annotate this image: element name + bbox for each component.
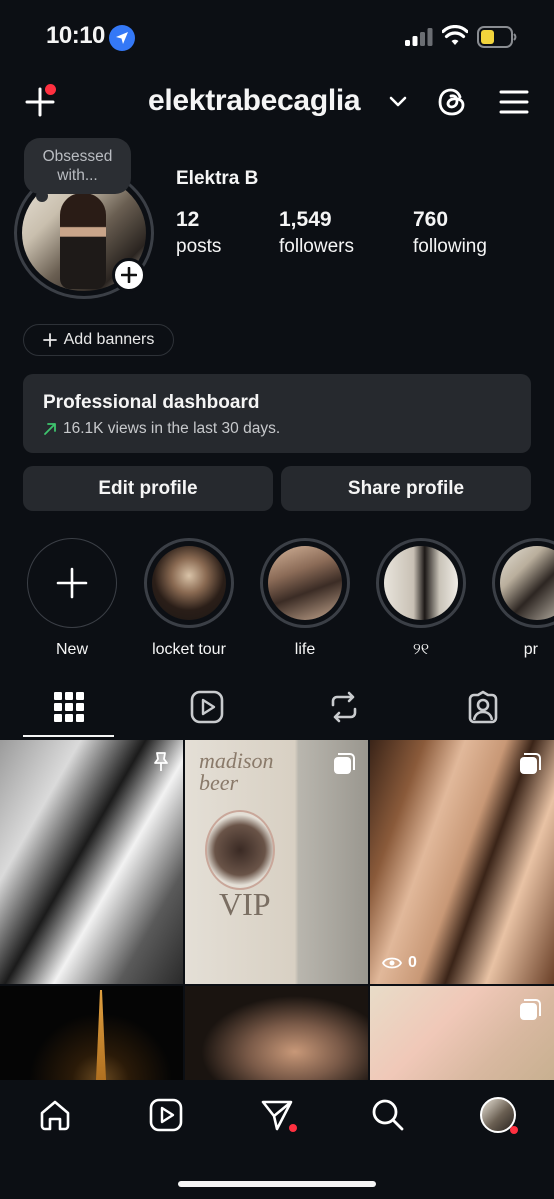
profile-note[interactable]: Obsessed with... bbox=[24, 138, 131, 194]
followers-count: 1,549 bbox=[279, 208, 332, 231]
trend-up-icon bbox=[44, 423, 56, 435]
highlight-label: locket tour bbox=[152, 641, 226, 658]
reels-tab-icon[interactable] bbox=[190, 690, 224, 724]
new-highlight-circle bbox=[27, 538, 117, 628]
poster-vip: VIP bbox=[219, 886, 271, 922]
add-banners-label: Add banners bbox=[63, 331, 155, 348]
stat-following[interactable]: 760 following bbox=[413, 208, 487, 258]
carousel-icon bbox=[520, 999, 541, 1020]
profile-notification-dot bbox=[510, 1126, 518, 1134]
stat-posts[interactable]: 12 posts bbox=[176, 208, 221, 258]
highlight-label: ୨୧ bbox=[412, 641, 430, 658]
dashboard-subtitle: 16.1K views in the last 30 days. bbox=[63, 420, 281, 437]
home-indicator[interactable] bbox=[178, 1181, 376, 1187]
poster-photo bbox=[205, 810, 275, 890]
post-thumbnail[interactable] bbox=[0, 986, 183, 1080]
poster-title: madison beer bbox=[199, 748, 274, 795]
plus-icon bbox=[56, 567, 88, 599]
post-thumbnail[interactable] bbox=[185, 986, 368, 1080]
share-profile-button[interactable]: Share profile bbox=[281, 466, 531, 511]
plus-icon bbox=[42, 333, 57, 347]
display-name: Elektra B bbox=[176, 168, 259, 189]
view-count-value: 0 bbox=[408, 954, 417, 971]
carousel-icon bbox=[334, 753, 355, 774]
highlight-label: pr bbox=[523, 641, 538, 658]
following-label: following bbox=[413, 236, 487, 257]
highlight-new[interactable]: New bbox=[27, 538, 117, 659]
wifi-icon bbox=[442, 25, 468, 45]
home-icon[interactable] bbox=[38, 1098, 72, 1132]
post-thumbnail[interactable] bbox=[370, 986, 554, 1080]
highlight-label: New bbox=[55, 641, 88, 658]
chevron-down-icon[interactable] bbox=[389, 96, 407, 108]
highlight-pr[interactable]: pr bbox=[492, 538, 554, 659]
highlight-label: life bbox=[294, 641, 316, 658]
highlight-cover bbox=[268, 546, 342, 620]
dashboard-title: Professional dashboard bbox=[43, 392, 260, 413]
post-thumbnail[interactable]: madison beer VIP bbox=[185, 740, 368, 984]
messages-notification-dot bbox=[289, 1124, 297, 1132]
eiffel-tower-shape bbox=[96, 990, 106, 1080]
grid-tab-icon[interactable] bbox=[52, 690, 86, 724]
reels-icon[interactable] bbox=[149, 1098, 183, 1132]
edit-profile-button[interactable]: Edit profile bbox=[23, 466, 273, 511]
highlight-cover bbox=[152, 546, 226, 620]
reposts-tab-icon[interactable] bbox=[327, 690, 361, 724]
active-tab-indicator bbox=[23, 735, 114, 737]
highlight-cover bbox=[500, 546, 554, 620]
pinned-icon bbox=[154, 752, 168, 771]
post-thumbnail[interactable]: 0 bbox=[370, 740, 554, 984]
battery-icon bbox=[477, 26, 517, 48]
notification-dot bbox=[45, 84, 56, 95]
status-time: 10:10 bbox=[46, 22, 105, 49]
followers-label: followers bbox=[279, 236, 354, 257]
view-count: 0 bbox=[382, 954, 417, 972]
posts-count: 12 bbox=[176, 208, 200, 231]
search-icon[interactable] bbox=[371, 1098, 405, 1132]
carousel-icon bbox=[520, 753, 541, 774]
location-arrow-icon bbox=[109, 25, 135, 51]
threads-icon[interactable] bbox=[436, 86, 468, 118]
highlight-bow[interactable]: ୨୧ bbox=[376, 538, 466, 659]
posts-label: posts bbox=[176, 236, 222, 257]
profile-username[interactable]: elektrabecaglia bbox=[148, 84, 361, 118]
stat-followers[interactable]: 1,549 followers bbox=[279, 208, 354, 258]
highlight-locket-tour[interactable]: locket tour bbox=[144, 538, 234, 659]
highlight-cover bbox=[384, 546, 458, 620]
tagged-tab-icon[interactable] bbox=[466, 690, 500, 724]
add-banners-button[interactable]: Add banners bbox=[23, 324, 174, 356]
add-story-button[interactable] bbox=[112, 258, 146, 292]
highlight-life[interactable]: life bbox=[260, 538, 350, 659]
professional-dashboard[interactable]: Professional dashboard 16.1K views in th… bbox=[23, 374, 531, 453]
post-thumbnail[interactable] bbox=[0, 740, 183, 984]
signal-icon bbox=[405, 28, 433, 46]
following-count: 760 bbox=[413, 208, 449, 231]
eye-icon bbox=[382, 957, 402, 969]
menu-icon[interactable] bbox=[499, 89, 529, 115]
